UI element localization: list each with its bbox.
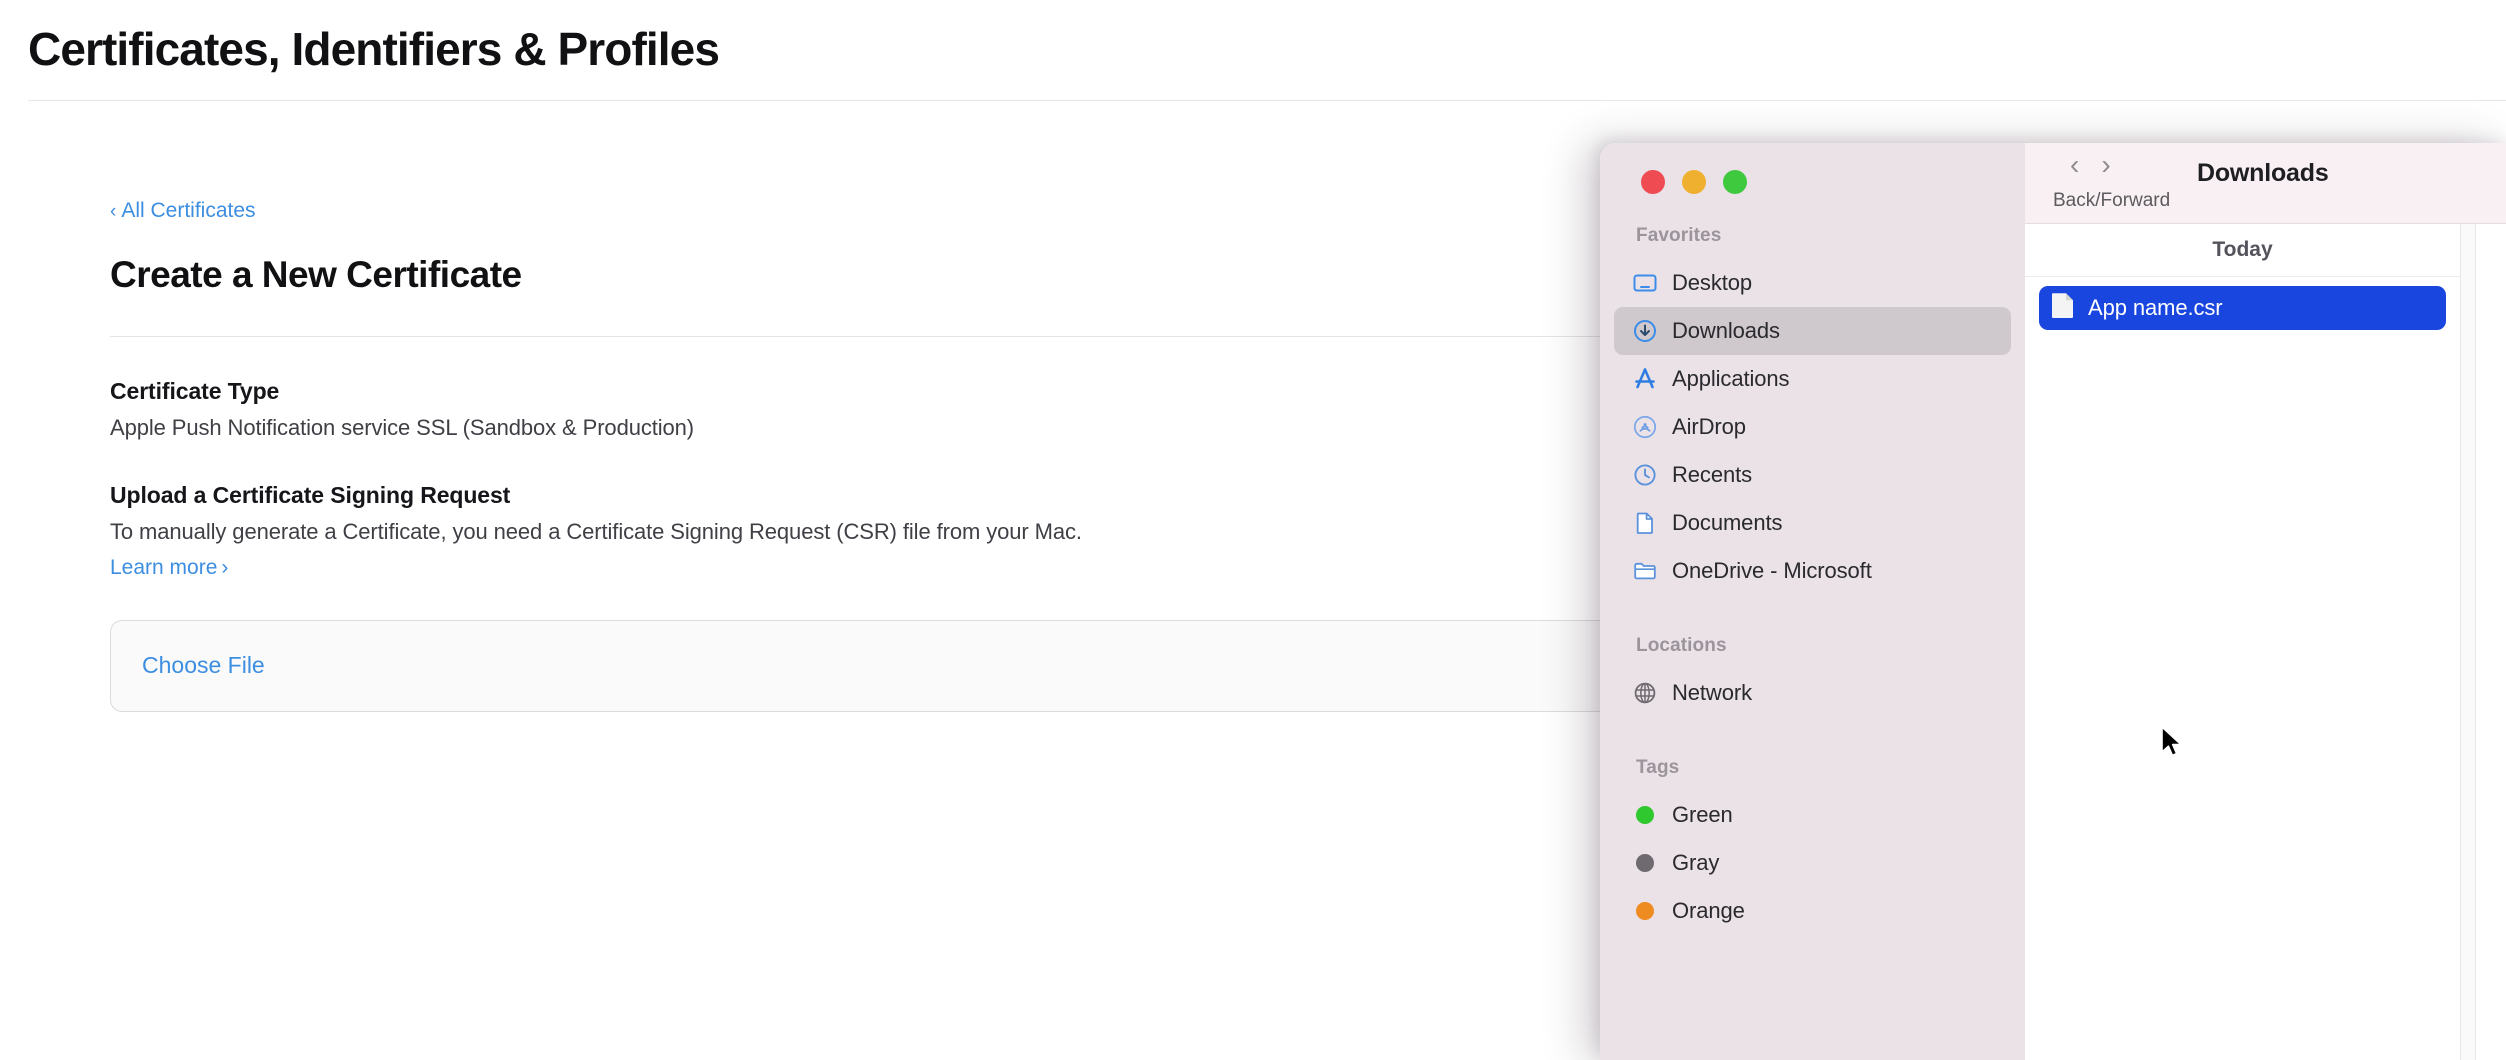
main-content: ‹ All Certificates Create a New Certific…	[110, 200, 1610, 712]
sidebar-item-recents[interactable]: Recents	[1614, 451, 2011, 499]
upload-csr-block: Upload a Certificate Signing Request To …	[110, 482, 1610, 580]
sidebar-tag-orange[interactable]: Orange	[1614, 887, 2011, 935]
globe-icon	[1632, 680, 1658, 706]
sidebar-item-label: Documents	[1672, 510, 1782, 536]
forward-chevron-icon[interactable]: ›	[2101, 151, 2110, 179]
sidebar-item-label: Gray	[1672, 850, 1719, 876]
file-list: App name.csr	[2025, 277, 2460, 330]
tag-dot-icon	[1632, 850, 1658, 876]
tag-color-swatch	[1636, 854, 1654, 872]
downloads-icon	[1632, 318, 1658, 344]
folder-icon	[1632, 558, 1658, 584]
sidebar-tag-green[interactable]: Green	[1614, 791, 2011, 839]
minimize-button[interactable]	[1682, 170, 1706, 194]
airdrop-icon	[1632, 414, 1658, 440]
sidebar-item-applications[interactable]: Applications	[1614, 355, 2011, 403]
sidebar-item-onedrive-microsoft[interactable]: OneDrive - Microsoft	[1614, 547, 2011, 595]
sidebar-item-label: Green	[1672, 802, 1733, 828]
window-controls	[1600, 167, 2025, 197]
sidebar-group-locations-title: Locations	[1600, 635, 2025, 657]
chevron-left-icon: ‹	[110, 202, 116, 221]
breadcrumb-label: All Certificates	[121, 200, 255, 221]
applications-icon	[1632, 366, 1658, 392]
upload-csr-description: To manually generate a Certificate, you …	[110, 519, 1610, 545]
finder-window[interactable]: Favorites Desktop Downloads Applications	[1600, 143, 2506, 1060]
choose-file-dropzone[interactable]: Choose File	[110, 620, 1610, 712]
sidebar-group-favorites: Desktop Downloads Applications AirDrop	[1600, 259, 2025, 595]
file-group-header: Today	[2025, 224, 2460, 277]
tag-color-swatch	[1636, 902, 1654, 920]
sidebar-item-label: Network	[1672, 680, 1752, 706]
sidebar-item-documents[interactable]: Documents	[1614, 499, 2011, 547]
breadcrumb-all-certificates[interactable]: ‹ All Certificates	[110, 200, 256, 221]
finder-toolbar: ‹ › Back/Forward Downloads	[2025, 143, 2506, 224]
sidebar-item-label: Downloads	[1672, 318, 1780, 344]
tag-dot-icon	[1632, 802, 1658, 828]
sidebar-item-label: Applications	[1672, 366, 1789, 392]
sidebar-item-label: OneDrive - Microsoft	[1672, 558, 1872, 584]
file-name: App name.csr	[2088, 295, 2223, 321]
navigation-caption: Back/Forward	[2053, 190, 2170, 212]
close-button[interactable]	[1641, 170, 1665, 194]
recents-clock-icon	[1632, 462, 1658, 488]
sidebar-item-label: Orange	[1672, 898, 1745, 924]
page-title: Certificates, Identifiers & Profiles	[28, 22, 719, 76]
sidebar-group-locations: Network	[1600, 669, 2025, 717]
finder-sidebar: Favorites Desktop Downloads Applications	[1600, 143, 2025, 1060]
certificate-type-value: Apple Push Notification service SSL (San…	[110, 415, 1610, 441]
tag-color-swatch	[1636, 806, 1654, 824]
navigation-arrows: ‹ ›	[2070, 151, 2111, 179]
sidebar-group-tags: Green Gray Orange	[1600, 791, 2025, 935]
learn-more-link[interactable]: Learn more ›	[110, 556, 228, 580]
document-icon	[2051, 292, 2075, 324]
back-chevron-icon[interactable]: ‹	[2070, 151, 2079, 179]
title-divider	[28, 100, 2506, 101]
desktop-icon	[1632, 270, 1658, 296]
chevron-right-icon: ›	[221, 556, 228, 580]
page-heading: Create a New Certificate	[110, 255, 1610, 296]
sidebar-group-tags-title: Tags	[1600, 757, 2025, 779]
sidebar-tag-gray[interactable]: Gray	[1614, 839, 2011, 887]
sidebar-item-airdrop[interactable]: AirDrop	[1614, 403, 2011, 451]
sidebar-item-desktop[interactable]: Desktop	[1614, 259, 2011, 307]
file-browser: Today App name.csr	[2025, 224, 2506, 1060]
upload-csr-title: Upload a Certificate Signing Request	[110, 482, 1610, 509]
sidebar-item-label: Recents	[1672, 462, 1752, 488]
tag-dot-icon	[1632, 898, 1658, 924]
certificate-type-title: Certificate Type	[110, 378, 1610, 405]
sidebar-group-favorites-title: Favorites	[1600, 225, 2025, 247]
sidebar-item-downloads[interactable]: Downloads	[1614, 307, 2011, 355]
file-list-item[interactable]: App name.csr	[2039, 286, 2446, 330]
sidebar-item-label: AirDrop	[1672, 414, 1746, 440]
choose-file-button[interactable]: Choose File	[142, 652, 265, 679]
zoom-button[interactable]	[1723, 170, 1747, 194]
learn-more-label: Learn more	[110, 556, 217, 580]
finder-file-pane: ‹ › Back/Forward Downloads Today App nam…	[2025, 143, 2506, 1060]
sidebar-item-network[interactable]: Network	[1614, 669, 2011, 717]
finder-location-title: Downloads	[2197, 159, 2329, 188]
section-divider	[110, 336, 1610, 337]
certificate-type-block: Certificate Type Apple Push Notification…	[110, 378, 1610, 441]
sidebar-item-label: Desktop	[1672, 270, 1752, 296]
documents-icon	[1632, 510, 1658, 536]
